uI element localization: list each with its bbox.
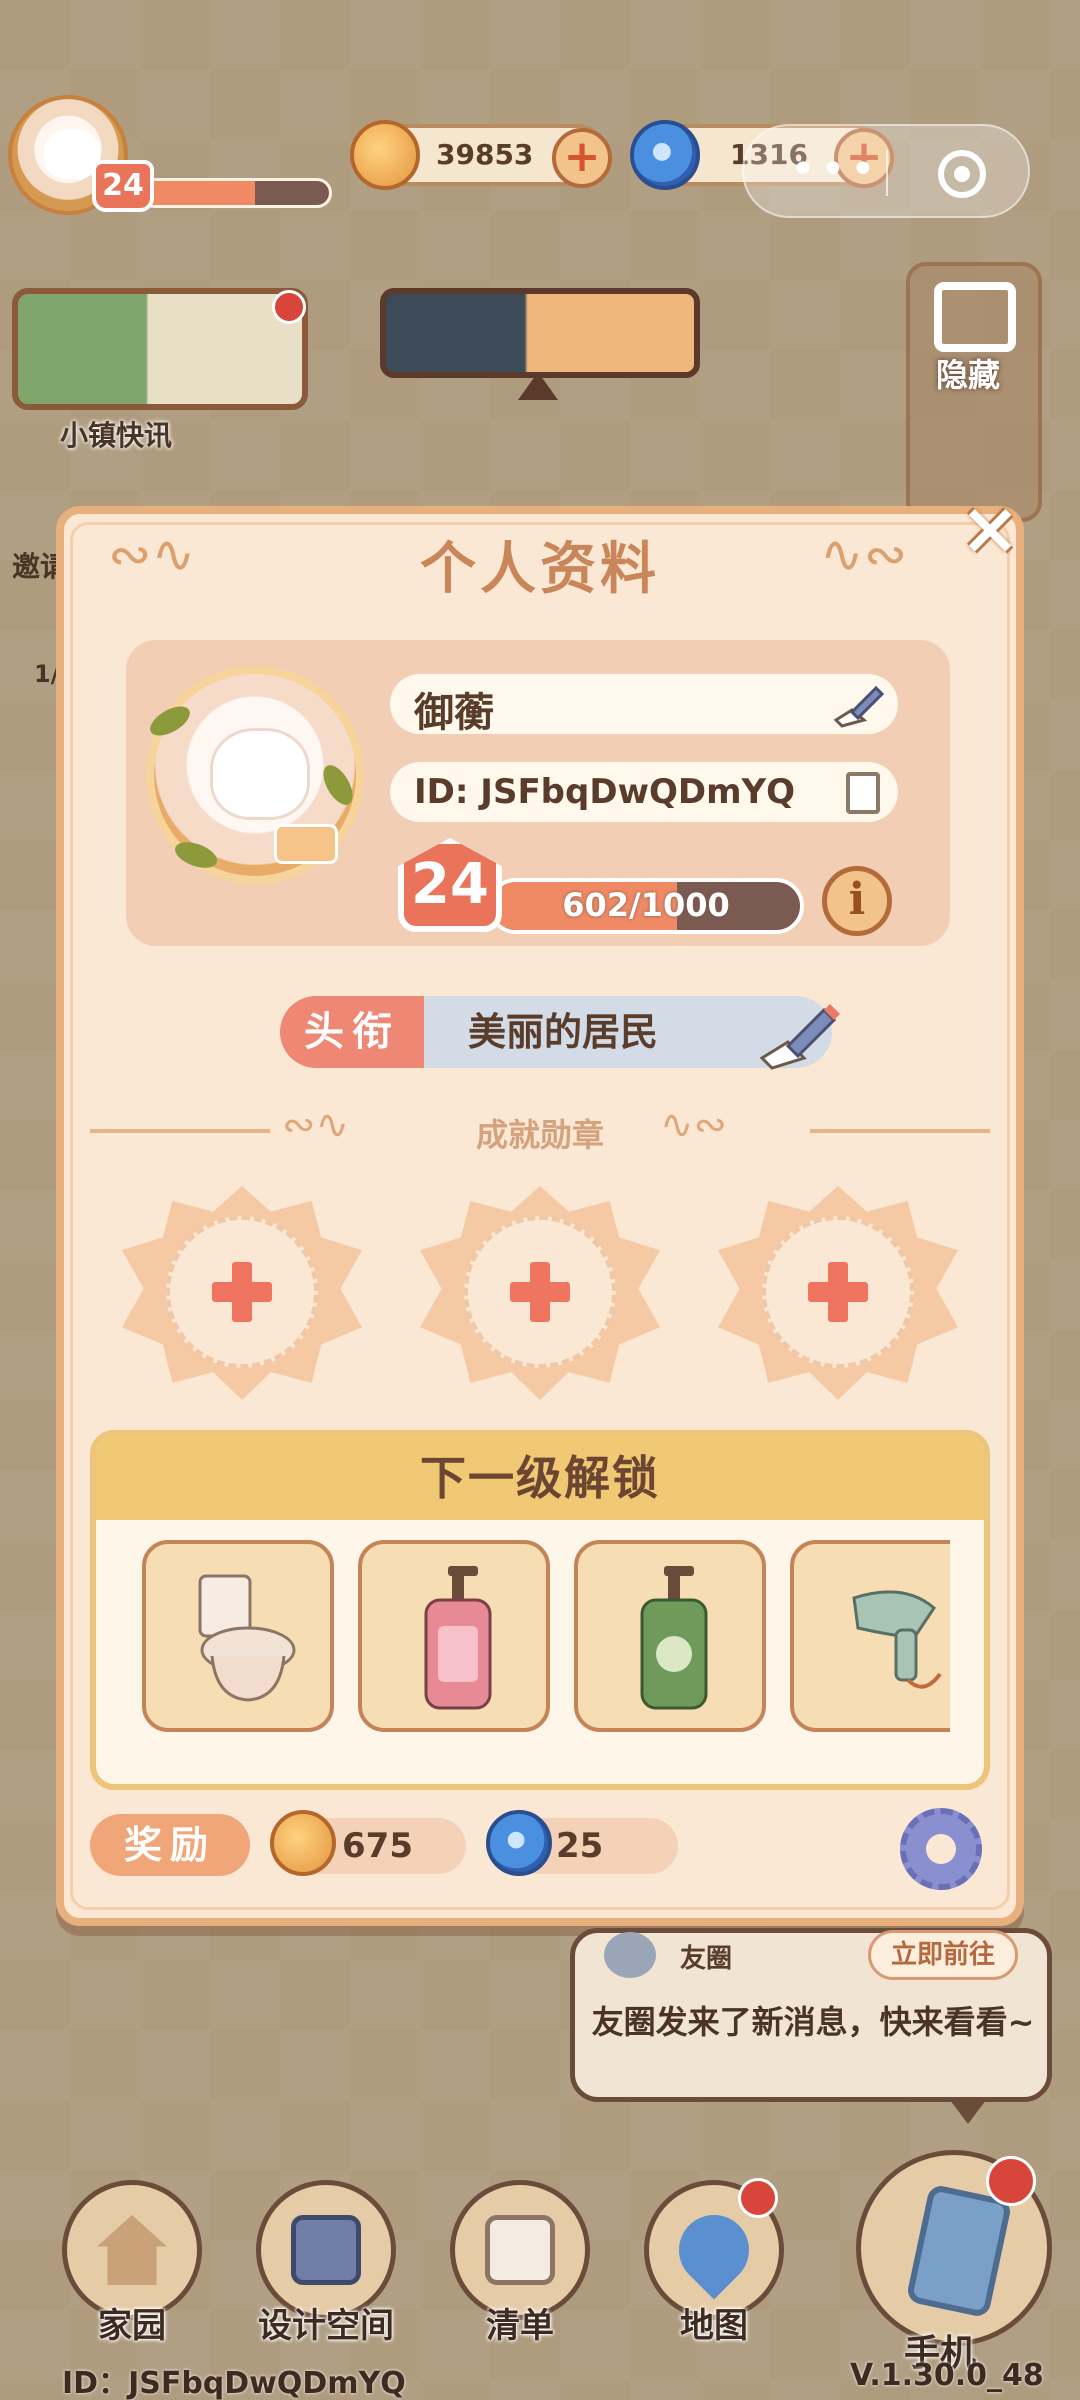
- notification-message: 友圈发来了新消息，快来看看~: [591, 2003, 1035, 2041]
- hide-ui-label[interactable]: 隐藏: [936, 350, 1000, 396]
- town-news-label: 小镇快讯: [60, 419, 173, 452]
- footer-player-id: ID：JSFbqDwQDmYQ: [62, 2366, 406, 2400]
- hair-dryer-icon: [852, 1590, 942, 1689]
- unlock-item[interactable]: [142, 1540, 334, 1732]
- blueprint-icon: [291, 2215, 361, 2285]
- chat-bubble-icon: [604, 1932, 656, 1978]
- nav-design-label[interactable]: 设计空间: [246, 2298, 406, 2347]
- bubble-tail: [950, 2100, 986, 2124]
- more-icon[interactable]: •••: [790, 144, 880, 195]
- miniprogram-capsule: •••: [742, 124, 1030, 218]
- phone-notification-dot: [986, 2156, 1036, 2206]
- level-badge: 24: [92, 160, 154, 212]
- cake-icon: [274, 824, 338, 864]
- cat-icon: [210, 728, 310, 820]
- hide-ui-icon[interactable]: [934, 282, 1016, 352]
- badges-heading: 成就勋章: [475, 1116, 604, 1154]
- unlock-heading: 下一级解锁: [96, 1436, 984, 1520]
- badge-slot-2[interactable]: [420, 1186, 660, 1400]
- dialog-title: 个人资料: [420, 537, 660, 602]
- player-name: 御蘅: [414, 690, 494, 736]
- level-progress-bar: [140, 178, 332, 208]
- version-label: V.1.30.0_48: [850, 2358, 1044, 2393]
- reward-coins-value: 675: [342, 1826, 413, 1866]
- checklist-icon: [485, 2215, 555, 2285]
- green-soap-dispenser-icon: [640, 1566, 708, 1710]
- add-coins-button[interactable]: +: [552, 128, 612, 188]
- name-field: 御蘅: [390, 674, 898, 736]
- title-tag: 头衔: [280, 996, 424, 1068]
- news-notification-dot: [272, 290, 306, 324]
- notification-title: 友圈: [680, 1944, 733, 1974]
- coin-icon: [350, 120, 420, 190]
- pink-soap-dispenser-icon: [424, 1566, 492, 1710]
- copy-id-icon[interactable]: [846, 772, 880, 814]
- house-icon: [97, 2215, 167, 2285]
- unlock-item[interactable]: [790, 1540, 950, 1732]
- next-level-unlock-panel: 下一级解锁: [90, 1430, 990, 1790]
- gem-icon: [630, 120, 700, 190]
- go-now-button[interactable]: 立即前往: [868, 1930, 1018, 1980]
- coin-value: 39853: [436, 138, 534, 171]
- nav-map-label[interactable]: 地图: [634, 2298, 794, 2347]
- close-dialog-button[interactable]: ×: [958, 492, 1022, 564]
- unlock-item[interactable]: [574, 1540, 766, 1732]
- badge-slot-1[interactable]: [122, 1186, 362, 1400]
- map-notification-dot: [738, 2178, 778, 2218]
- close-miniprogram-icon[interactable]: [938, 150, 986, 198]
- level-info-button[interactable]: i: [822, 866, 892, 936]
- badge-slot-3[interactable]: [718, 1186, 958, 1400]
- toilet-icon: [198, 1574, 296, 1702]
- unlock-item-list[interactable]: [142, 1540, 950, 1740]
- unlock-item[interactable]: [358, 1540, 550, 1732]
- player-id: ID: JSFbqDwQDmYQ: [414, 772, 796, 812]
- time-pointer-icon: [518, 372, 558, 400]
- reward-label: 奖励: [90, 1814, 250, 1876]
- nav-home-label[interactable]: 家园: [52, 2298, 212, 2347]
- nav-list-label[interactable]: 清单: [440, 2298, 600, 2347]
- phone-icon: [905, 2183, 1013, 2319]
- profile-avatar[interactable]: [145, 666, 364, 884]
- edit-title-icon[interactable]: [758, 1000, 840, 1072]
- town-news-card[interactable]: [12, 288, 308, 410]
- coin-icon: [270, 1810, 336, 1876]
- player-title-row: 头衔 美丽的居民: [280, 996, 832, 1068]
- edit-name-icon[interactable]: [832, 680, 884, 728]
- day-night-indicator: [380, 288, 700, 378]
- settings-gear-icon[interactable]: [900, 1808, 982, 1890]
- gem-icon: [486, 1810, 552, 1876]
- id-field: ID: JSFbqDwQDmYQ: [390, 762, 898, 822]
- reward-gems-value: 25: [556, 1826, 604, 1866]
- xp-text: 602/1000: [562, 886, 730, 924]
